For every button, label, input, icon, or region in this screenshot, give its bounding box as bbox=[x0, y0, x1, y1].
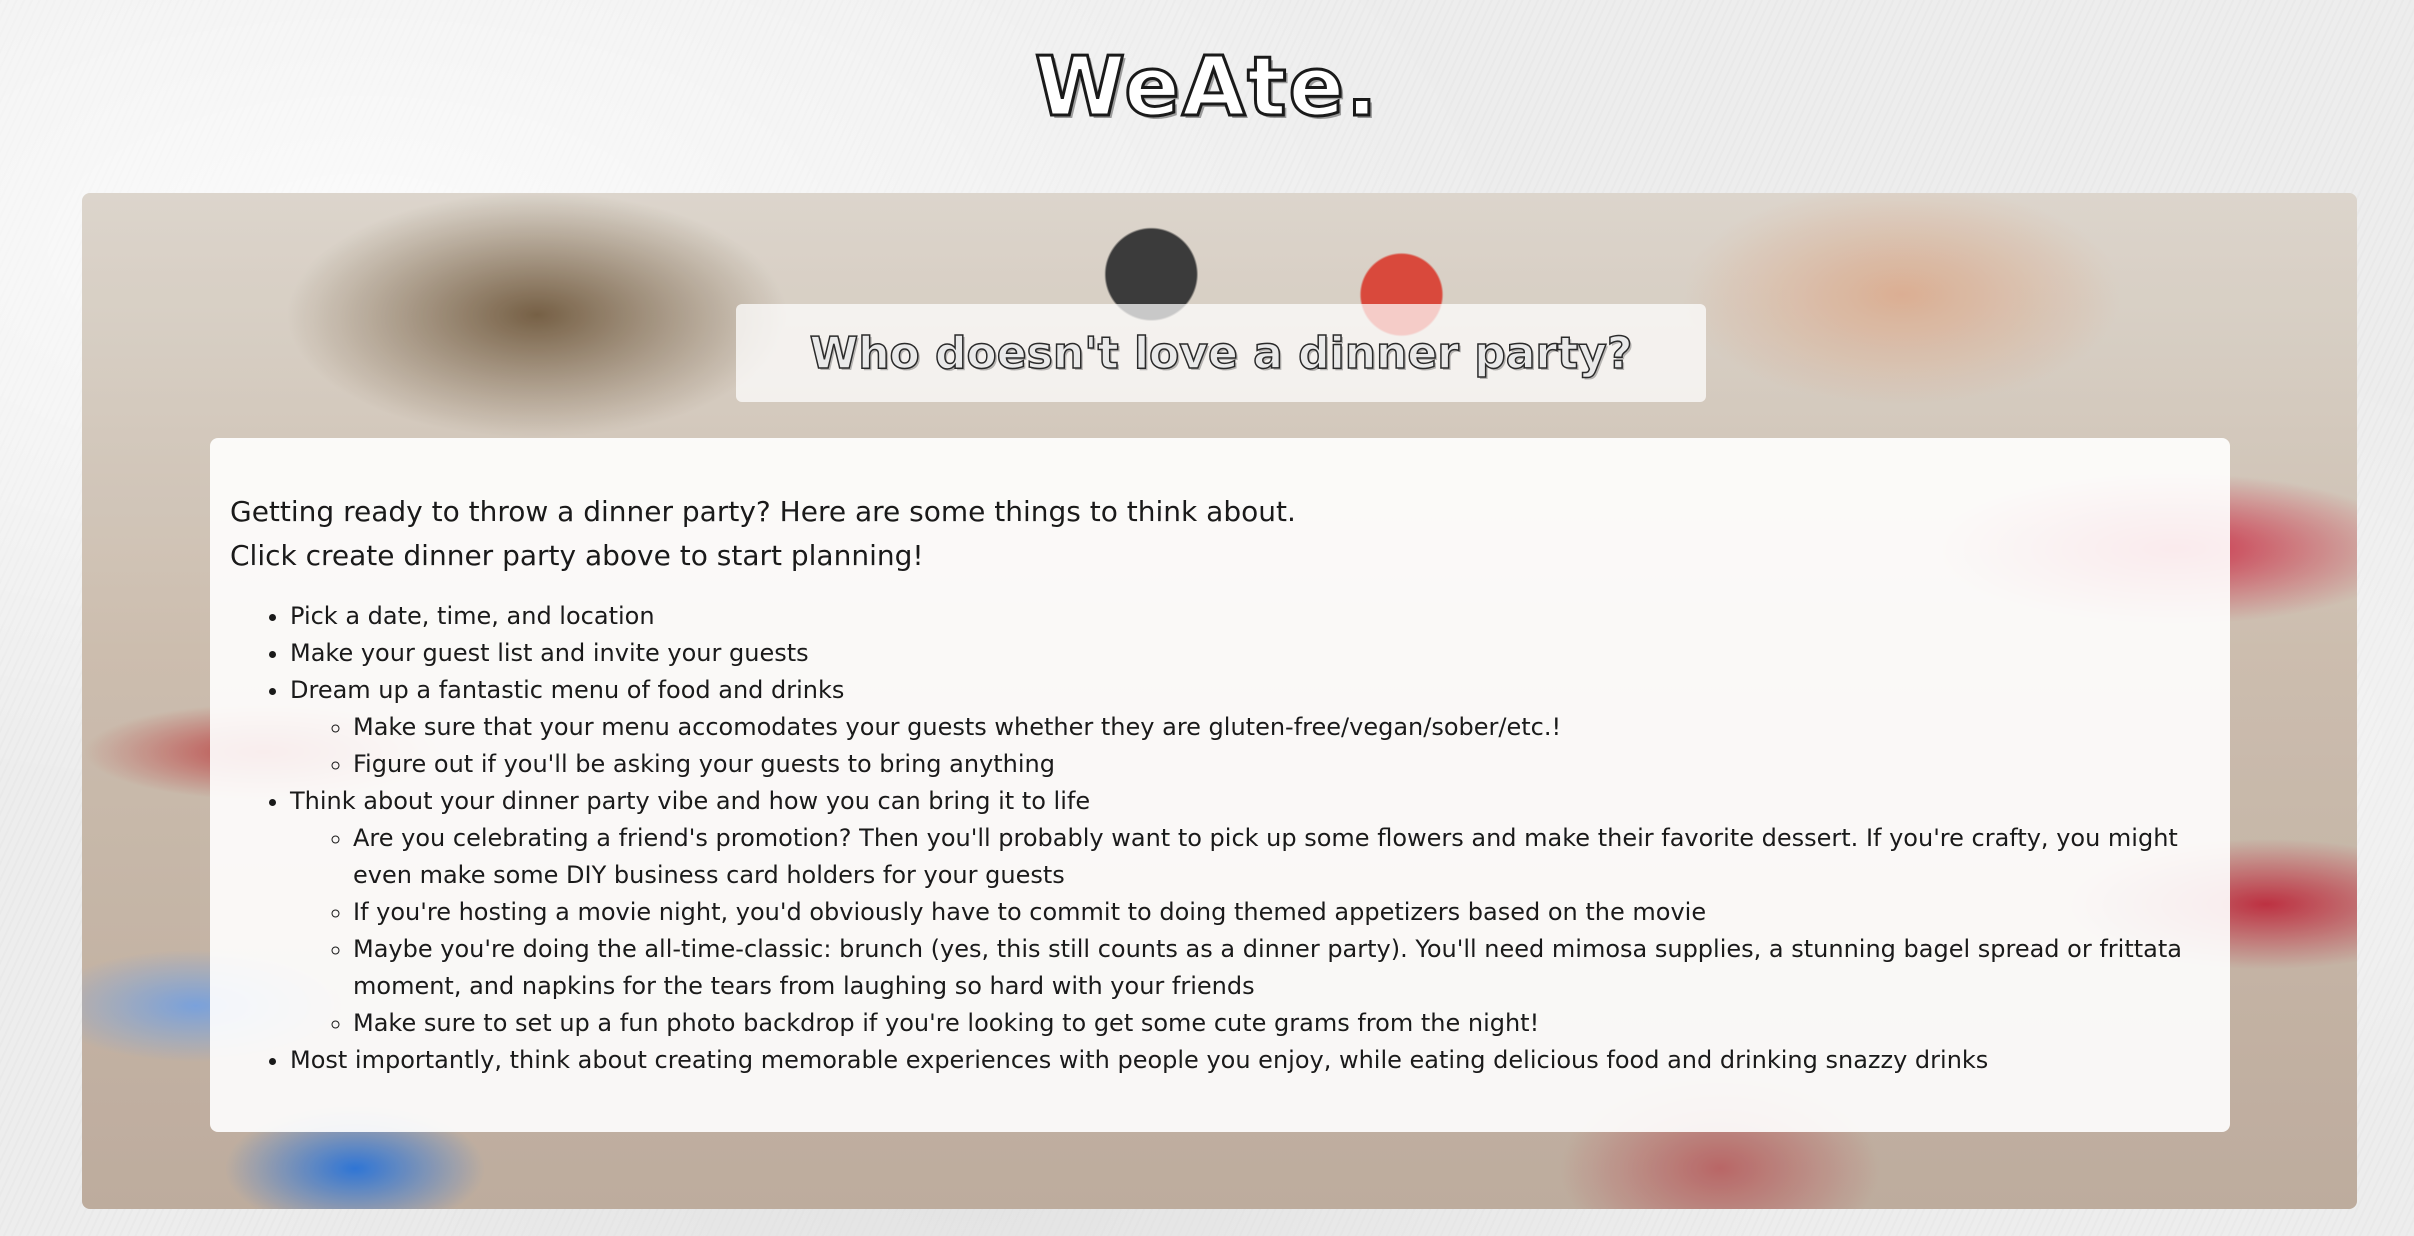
sub-list-item-text: Make sure to set up a fun photo backdrop… bbox=[353, 1009, 1540, 1037]
list-item: Make your guest list and invite your gue… bbox=[290, 635, 2210, 672]
hero-banner: Who doesn't love a dinner party? Getting… bbox=[82, 193, 2357, 1209]
sub-list-item-text: Make sure that your menu accomodates you… bbox=[353, 713, 1562, 741]
sub-list-item-text: Maybe you're doing the all-time-classic:… bbox=[353, 935, 2182, 1000]
intro-line-2: Click create dinner party above to start… bbox=[230, 539, 924, 572]
tips-list: Pick a date, time, and location Make you… bbox=[230, 598, 2210, 1079]
intro-line-1: Getting ready to throw a dinner party? H… bbox=[230, 495, 1296, 528]
sub-list: Make sure that your menu accomodates you… bbox=[290, 709, 2210, 783]
sub-list: Are you celebrating a friend's promotion… bbox=[290, 820, 2210, 1042]
list-item-text: Make your guest list and invite your gue… bbox=[290, 639, 809, 667]
hero-heading: Who doesn't love a dinner party? bbox=[809, 327, 1633, 380]
list-item: Most importantly, think about creating m… bbox=[290, 1042, 2210, 1079]
list-item-text: Dream up a fantastic menu of food and dr… bbox=[290, 676, 845, 704]
tips-card: Getting ready to throw a dinner party? H… bbox=[210, 438, 2230, 1132]
list-item-text: Pick a date, time, and location bbox=[290, 602, 655, 630]
list-item-text: Most importantly, think about creating m… bbox=[290, 1046, 1989, 1074]
sub-list-item: Are you celebrating a friend's promotion… bbox=[353, 820, 2210, 894]
sub-list-item-text: Are you celebrating a friend's promotion… bbox=[353, 824, 2178, 889]
list-item: Think about your dinner party vibe and h… bbox=[290, 783, 2210, 1042]
sub-list-item-text: If you're hosting a movie night, you'd o… bbox=[353, 898, 1707, 926]
sub-list-item: If you're hosting a movie night, you'd o… bbox=[353, 894, 2210, 931]
intro-text: Getting ready to throw a dinner party? H… bbox=[230, 490, 2210, 578]
sub-list-item-text: Figure out if you'll be asking your gues… bbox=[353, 750, 1055, 778]
hero-heading-box: Who doesn't love a dinner party? bbox=[736, 304, 1706, 402]
site-logo-title: WeAte. bbox=[1033, 39, 1380, 137]
sub-list-item: Maybe you're doing the all-time-classic:… bbox=[353, 931, 2210, 1005]
sub-list-item: Make sure to set up a fun photo backdrop… bbox=[353, 1005, 2210, 1042]
sub-list-item: Figure out if you'll be asking your gues… bbox=[353, 746, 2210, 783]
list-item: Dream up a fantastic menu of food and dr… bbox=[290, 672, 2210, 783]
list-item-text: Think about your dinner party vibe and h… bbox=[290, 787, 1091, 815]
sub-list-item: Make sure that your menu accomodates you… bbox=[353, 709, 2210, 746]
list-item: Pick a date, time, and location bbox=[290, 598, 2210, 635]
